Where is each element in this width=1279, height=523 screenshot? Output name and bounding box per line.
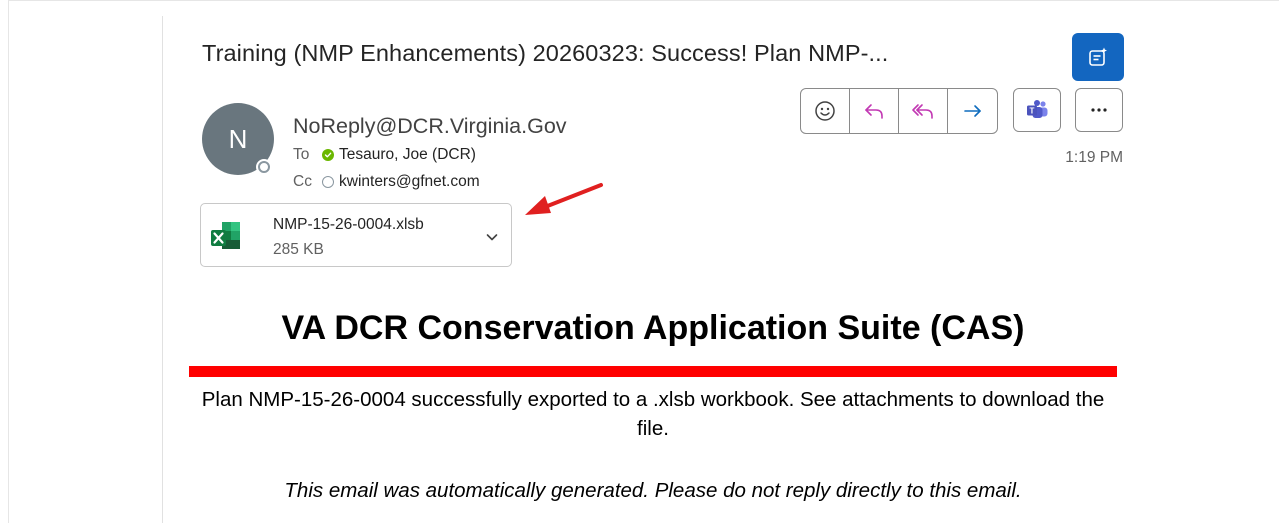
to-recipient[interactable]: Tesauro, Joe (DCR): [339, 146, 476, 164]
forward-icon: [963, 105, 981, 117]
window-border-left: [8, 0, 9, 523]
more-icon: [1091, 108, 1107, 112]
attachment-size: 285 KB: [273, 241, 324, 258]
cc-row: Cc kwinters@gfnet.com: [293, 173, 480, 191]
copilot-summary-button[interactable]: [1072, 33, 1124, 81]
to-row: To Tesauro, Joe (DCR): [293, 146, 476, 164]
cc-recipient[interactable]: kwinters@gfnet.com: [339, 173, 480, 191]
sender-address[interactable]: NoReply@DCR.Virginia.Gov: [293, 114, 567, 139]
presence-status-icon: [256, 159, 272, 175]
reply-button[interactable]: [850, 89, 899, 133]
copilot-summary-icon: [1089, 47, 1107, 66]
email-body-heading: VA DCR Conservation Application Suite (C…: [281, 309, 1025, 347]
email-subject: Training (NMP Enhancements) 20260323: Su…: [202, 40, 889, 66]
attachment-card[interactable]: NMP-15-26-0004.xlsb 285 KB: [200, 203, 512, 267]
share-to-teams-button[interactable]: T: [1013, 88, 1061, 132]
svg-text:T: T: [1030, 106, 1035, 115]
email-body-message: Plan NMP-15-26-0004 successfully exporte…: [201, 388, 1105, 440]
cc-label: Cc: [293, 173, 312, 190]
reply-all-button[interactable]: [899, 89, 948, 133]
emoji-icon: [815, 101, 835, 121]
avatar-initial: N: [228, 123, 248, 154]
presence-available-icon: [322, 149, 334, 161]
heading-underline-bar: [189, 366, 1117, 377]
presence-unknown-icon: [322, 176, 334, 188]
teams-icon: T: [1027, 100, 1048, 118]
more-actions-button[interactable]: [1075, 88, 1123, 132]
forward-button[interactable]: [948, 89, 997, 133]
to-label: To: [293, 146, 310, 163]
message-actions: [800, 88, 998, 134]
received-time: 1:19 PM: [1065, 149, 1123, 166]
chevron-down-icon: [486, 234, 498, 241]
excel-icon: [208, 218, 244, 259]
red-arrow-annotation: [525, 183, 603, 215]
reply-icon: [865, 104, 883, 119]
action-group: [800, 88, 998, 134]
react-button[interactable]: [801, 89, 850, 133]
window-border-top: [8, 0, 1279, 1]
attachment-filename: NMP-15-26-0004.xlsb: [273, 216, 424, 233]
email-body-footer: This email was automatically generated. …: [284, 479, 1022, 502]
pane-divider: [162, 16, 163, 523]
attachment-menu-button[interactable]: [484, 229, 500, 250]
reply-all-icon: [912, 104, 933, 119]
